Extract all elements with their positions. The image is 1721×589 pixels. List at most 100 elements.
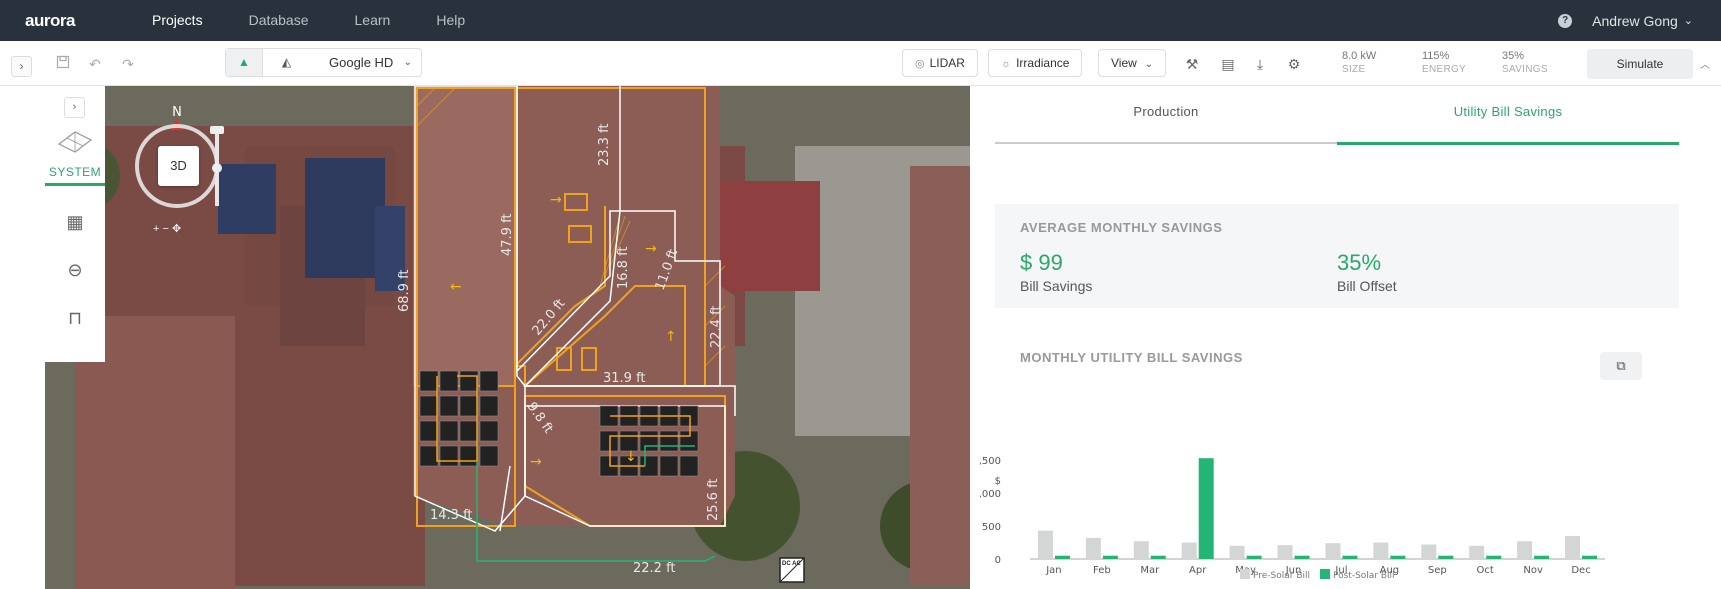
undo-icon[interactable]: ↶	[85, 54, 105, 74]
stat-energy-label: ENERGY	[1422, 64, 1467, 75]
post-solar-bar[interactable]	[1534, 555, 1550, 559]
dimension-label: 25.6 ft	[706, 478, 721, 521]
svg-text:→: →	[530, 454, 542, 470]
pre-solar-bar[interactable]	[1229, 545, 1245, 559]
nav-link-help[interactable]: Help	[413, 0, 488, 41]
wiring-icon[interactable]: ⊓	[63, 306, 87, 330]
pre-solar-bar[interactable]	[1085, 537, 1101, 559]
simulate-button[interactable]: Simulate	[1587, 49, 1693, 79]
system-tab[interactable]: SYSTEM	[45, 165, 105, 186]
dimension-label: 14.3 ft	[430, 508, 473, 523]
copy-icon[interactable]: ⧉	[1600, 352, 1642, 380]
save-icon[interactable]	[53, 54, 73, 74]
bill-offset-label: Bill Offset	[1337, 278, 1397, 294]
pre-solar-bar[interactable]	[1277, 545, 1293, 559]
chevron-up-icon[interactable]: ︿	[1700, 56, 1710, 71]
pre-solar-bar[interactable]	[1325, 543, 1341, 559]
grid-icon[interactable]: ▦	[63, 210, 87, 234]
post-solar-bar[interactable]	[1390, 555, 1406, 559]
compass-north-label: N	[172, 105, 182, 120]
chevron-down-icon[interactable]: ⌄	[1684, 14, 1693, 27]
post-solar-bar[interactable]	[1438, 555, 1454, 559]
nav-link-projects[interactable]: Projects	[129, 0, 226, 41]
3d-view-button[interactable]: 3D	[158, 146, 199, 186]
nav-link-learn[interactable]: Learn	[332, 0, 414, 41]
post-solar-bar[interactable]	[1150, 555, 1166, 559]
legend-swatch-pre-solar	[1240, 569, 1250, 579]
svg-text:←: ←	[450, 279, 462, 295]
y-tick-label: 500	[982, 522, 1001, 533]
user-menu[interactable]: Andrew Gong	[1592, 13, 1678, 29]
results-panel: Production Utility Bill Savings AVERAGE …	[970, 86, 1721, 589]
nav-right: ? Andrew Gong ⌄	[1558, 13, 1693, 29]
pre-solar-bar[interactable]	[1517, 541, 1533, 559]
stat-size-value: 8.0 kW	[1342, 50, 1377, 62]
nav-links: Projects Database Learn Help	[129, 0, 488, 41]
sidebar-toggle-button[interactable]: ›	[11, 56, 32, 77]
lidar-label: LIDAR	[929, 56, 965, 70]
pre-solar-bar[interactable]	[1421, 544, 1437, 559]
post-solar-bar[interactable]	[1582, 555, 1598, 559]
tab-utility-bill-savings[interactable]: Utility Bill Savings	[1337, 86, 1679, 145]
bill-savings-label: Bill Savings	[1020, 278, 1093, 294]
x-tick-label: Feb	[1093, 565, 1111, 576]
view-dropdown[interactable]: View ⌄	[1098, 49, 1167, 77]
average-savings-title: AVERAGE MONTHLY SAVINGS	[1020, 220, 1223, 235]
post-solar-bar[interactable]	[1054, 555, 1070, 559]
pre-solar-bar[interactable]	[1181, 542, 1197, 559]
x-tick-label: Jan	[1045, 565, 1061, 576]
irradiance-button[interactable]: ☼ Irradiance	[988, 49, 1083, 77]
x-tick-label: Sep	[1428, 565, 1447, 576]
bill-savings-value: $ 99	[1020, 250, 1063, 275]
aurora-logo[interactable]: aurora	[25, 11, 129, 31]
tab-production[interactable]: Production	[995, 86, 1337, 144]
magic-wand-icon[interactable]: ⚒	[1182, 54, 1202, 74]
pre-solar-bar[interactable]	[1133, 541, 1149, 559]
post-solar-bar[interactable]	[1342, 555, 1358, 559]
x-tick-label: Nov	[1523, 565, 1543, 576]
mountain-icon[interactable]: ▲	[226, 49, 263, 76]
view-label: View	[1111, 56, 1137, 70]
dimension-label: 22.4 ft	[709, 305, 724, 348]
post-solar-bar[interactable]	[1294, 555, 1310, 559]
pre-solar-bar[interactable]	[1469, 545, 1485, 559]
svg-text:→: →	[550, 192, 562, 208]
panel-toggle-button[interactable]: ›	[64, 97, 85, 118]
pre-solar-bar[interactable]	[1565, 535, 1581, 559]
imagery-selector[interactable]: ▲ ◭ Google HD ⌄	[225, 48, 422, 77]
inverter-icon[interactable]: DC AC	[780, 558, 804, 582]
top-nav: aurora Projects Database Learn Help ? An…	[0, 0, 1721, 41]
pre-solar-bar[interactable]	[1373, 542, 1389, 559]
post-solar-bar[interactable]	[1486, 555, 1502, 559]
document-icon[interactable]: ▤	[1218, 54, 1238, 74]
download-icon[interactable]: ⤓	[1250, 54, 1270, 74]
x-tick-label: Oct	[1477, 565, 1494, 576]
inverter-tool-icon[interactable]: ⊖	[63, 258, 87, 282]
post-solar-bar[interactable]	[1198, 458, 1214, 559]
post-solar-bar[interactable]	[1102, 555, 1118, 559]
chevron-down-icon: ⌄	[1144, 59, 1154, 70]
pre-solar-bar[interactable]	[1037, 530, 1053, 559]
redo-icon[interactable]: ↷	[118, 54, 138, 74]
post-solar-bar[interactable]	[1246, 555, 1262, 559]
stat-savings-label: SAVINGS	[1502, 64, 1548, 75]
y-tick-label: 0	[995, 555, 1001, 566]
lidar-button[interactable]: ◎ LIDAR	[902, 49, 978, 77]
legend-label-post-solar: Post-Solar Bill	[1333, 571, 1395, 581]
gear-icon[interactable]: ⚙	[1284, 54, 1304, 74]
dimension-label: 22.2 ft	[633, 561, 676, 576]
imagery-source-label: Google HD	[329, 55, 394, 70]
terrain-icon[interactable]: ◭	[268, 49, 305, 76]
x-tick-label: Dec	[1571, 565, 1590, 576]
legend-swatch-post-solar	[1320, 569, 1330, 579]
signal-icon: ◎	[915, 58, 925, 70]
x-tick-label: Apr	[1189, 565, 1207, 576]
average-savings-card: AVERAGE MONTHLY SAVINGS $ 99 Bill Saving…	[995, 204, 1679, 308]
bill-offset-value: 35%	[1337, 250, 1382, 275]
zoom-controls[interactable]: + − ✥	[153, 222, 181, 235]
x-tick-label: Mar	[1140, 565, 1160, 576]
stat-savings-value: 35%	[1502, 50, 1525, 62]
help-icon[interactable]: ?	[1558, 13, 1573, 28]
nav-link-database[interactable]: Database	[226, 0, 332, 41]
legend-label-pre-solar: Pre-Solar Bill	[1253, 571, 1310, 581]
